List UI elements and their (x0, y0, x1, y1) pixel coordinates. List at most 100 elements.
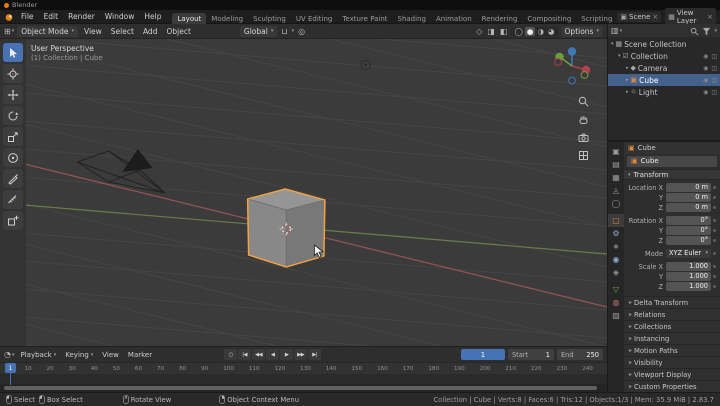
tool-rotate[interactable] (3, 106, 23, 125)
workspace-tab-texture-paint[interactable]: Texture Paint (337, 13, 392, 24)
hide-viewport-icon[interactable]: ◉ (703, 53, 708, 60)
timeline-scrollbar[interactable] (0, 384, 607, 392)
jump-to-start-button[interactable]: |◀ (238, 349, 252, 360)
options-dropdown[interactable]: Options ▾ (560, 25, 603, 37)
tool-add-cube[interactable] (3, 211, 23, 230)
disable-render-icon[interactable]: ◫ (711, 77, 717, 84)
editor-type-button[interactable]: ⊞ ▾ (4, 27, 14, 36)
rotation-mode-dropdown[interactable]: XYZ Euler ▾ (666, 249, 711, 259)
workspace-tab-animation[interactable]: Animation (431, 13, 477, 24)
shading-wireframe-button[interactable]: ◯ (512, 27, 524, 36)
workspace-tab-scripting[interactable]: Scripting (576, 13, 617, 24)
tab-object-data[interactable]: ▽ (608, 283, 624, 296)
menu-help[interactable]: Help (139, 12, 166, 21)
animate-toggle[interactable] (711, 265, 718, 269)
location-x-field[interactable]: 0 m (666, 183, 711, 193)
navigation-gizmo[interactable] (550, 44, 594, 88)
rotation-y-field[interactable]: 0° (666, 226, 711, 236)
collapsed-panel[interactable]: Viewport Display (624, 368, 720, 381)
zoom-icon[interactable] (577, 95, 590, 108)
transform-panel-header[interactable]: ▾ Transform (624, 169, 720, 181)
next-keyframe-button[interactable]: ▶▶ (294, 349, 308, 360)
rotation-z-field[interactable]: 0° (666, 236, 711, 246)
tab-render[interactable]: ▣ (608, 145, 624, 158)
workspace-tab-rendering[interactable]: Rendering (477, 13, 523, 24)
outliner-row-camera[interactable]: ▸ ◆ Camera ◉ ◫ (608, 62, 720, 74)
tab-particles[interactable]: ∗ (608, 240, 624, 253)
tool-cursor[interactable] (3, 64, 23, 83)
expand-icon[interactable]: ▸ (626, 77, 629, 83)
3d-viewport[interactable]: User Perspective (1) Collection | Cube (0, 39, 607, 346)
animate-toggle[interactable] (711, 252, 718, 256)
workspace-tab-modeling[interactable]: Modeling (206, 13, 248, 24)
timeline-menu-playback[interactable]: Playback ▾ (18, 351, 60, 359)
menu-view[interactable]: View (81, 27, 105, 36)
collapsed-panel[interactable]: Instancing (624, 332, 720, 345)
workspace-tab-sculpting[interactable]: Sculpting (248, 13, 291, 24)
timeline-editor-type-button[interactable]: ◔ ▾ (4, 350, 15, 359)
tool-scale[interactable] (3, 127, 23, 146)
frame-start-field[interactable]: Start 1 (508, 349, 554, 360)
collapsed-panel[interactable]: Collections (624, 320, 720, 333)
menu-render[interactable]: Render (63, 12, 100, 21)
tab-output[interactable]: ▤ (608, 158, 624, 171)
menu-object[interactable]: Object (163, 27, 193, 36)
jump-to-end-button[interactable]: ▶| (308, 349, 322, 360)
location-z-field[interactable]: 0 m (666, 203, 711, 213)
snap-magnet-toggle[interactable]: ⊔ (280, 27, 288, 36)
outliner-editor-type-button[interactable]: ▥ ▾ (611, 26, 622, 35)
snap-settings-dropdown[interactable]: ▾ (292, 28, 295, 34)
scrollbar-thumb[interactable] (4, 386, 597, 390)
hide-viewport-icon[interactable]: ◉ (703, 77, 708, 84)
pan-hand-icon[interactable] (577, 113, 590, 126)
tab-view-layer[interactable]: ▦ (608, 171, 624, 184)
play-button[interactable]: ▶ (280, 349, 294, 360)
animate-toggle[interactable] (711, 219, 718, 223)
camera-view-icon[interactable] (577, 131, 590, 144)
collapsed-panel[interactable]: Visibility (624, 356, 720, 369)
collapsed-panel[interactable]: Motion Paths (624, 344, 720, 357)
timeline-track[interactable] (0, 374, 607, 384)
tool-select-box[interactable] (3, 43, 23, 62)
collection-checkbox-icon[interactable]: ☑ (623, 52, 629, 60)
expand-icon[interactable]: ▸ (626, 65, 629, 71)
tab-object[interactable]: ▢ (608, 214, 624, 227)
object-name-field[interactable]: ▣ Cube (627, 155, 717, 168)
blender-logo-icon[interactable] (4, 12, 14, 22)
hide-viewport-icon[interactable]: ◉ (703, 89, 708, 96)
menu-select[interactable]: Select (108, 27, 137, 36)
current-frame-field[interactable]: 1 (461, 349, 505, 360)
timeline-ruler[interactable]: 0102030405060708090100110120130140150160… (0, 362, 607, 374)
workspace-tab-shading[interactable]: Shading (393, 13, 431, 24)
shading-rendered-button[interactable]: ◕ (546, 27, 557, 36)
hide-viewport-icon[interactable]: ◉ (703, 65, 708, 72)
location-y-field[interactable]: 0 m (666, 193, 711, 203)
animate-toggle[interactable] (711, 186, 718, 190)
shading-solid-button[interactable]: ● (524, 26, 536, 36)
perspective-toggle-icon[interactable] (577, 149, 590, 162)
animate-toggle[interactable] (711, 275, 718, 279)
gizmos-dropdown[interactable]: ◇ (475, 27, 483, 36)
outliner-row-light[interactable]: ▸ ☼ Light ◉ ◫ (608, 86, 720, 98)
tab-modifiers[interactable]: ⚙ (608, 227, 624, 240)
prev-keyframe-button[interactable]: ◀◀ (252, 349, 266, 360)
tab-constraints[interactable]: ◈ (608, 266, 624, 279)
tool-transform[interactable] (3, 148, 23, 167)
transform-orientation-dropdown[interactable]: Global ▾ (239, 25, 278, 37)
overlays-dropdown[interactable]: ◨ (486, 27, 496, 36)
disable-render-icon[interactable]: ◫ (711, 65, 717, 72)
timeline-menu-keying[interactable]: Keying ▾ (62, 351, 96, 359)
disable-render-icon[interactable]: ◫ (711, 89, 717, 96)
animate-toggle[interactable] (711, 196, 718, 200)
scene-selector[interactable]: ▣ Scene × (617, 11, 662, 22)
outliner-row-scene-collection[interactable]: ▾ ▦ Scene Collection (608, 38, 720, 50)
menu-add[interactable]: Add (140, 27, 161, 36)
tool-measure[interactable] (3, 190, 23, 209)
viewport-canvas[interactable] (0, 39, 607, 346)
timeline-menu-marker[interactable]: Marker (125, 351, 155, 359)
outliner-row-cube[interactable]: ▸ ▣ Cube ◉ ◫ (608, 74, 720, 86)
rotation-x-field[interactable]: 0° (666, 216, 711, 226)
play-reverse-button[interactable]: ◀ (266, 349, 280, 360)
expand-icon[interactable]: ▾ (618, 53, 621, 59)
disable-render-icon[interactable]: ◫ (711, 53, 717, 60)
